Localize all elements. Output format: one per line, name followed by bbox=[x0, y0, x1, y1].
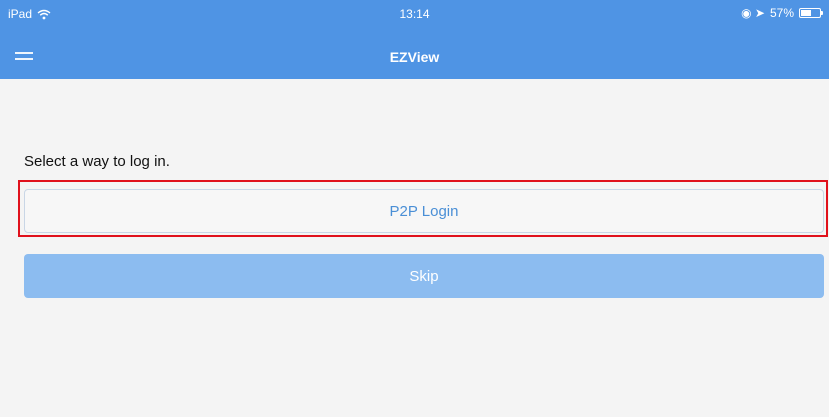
battery-fill bbox=[801, 10, 812, 16]
nav-bar: EZView bbox=[0, 36, 829, 79]
status-right: ◉ ➤ 57% bbox=[741, 6, 823, 20]
p2p-login-button[interactable]: P2P Login bbox=[24, 189, 824, 233]
nav-title: EZView bbox=[389, 49, 440, 65]
status-bar: iPad 13:14 ◉ ➤ 57% bbox=[0, 0, 829, 36]
battery-icon bbox=[799, 8, 823, 18]
skip-button[interactable]: Skip bbox=[24, 254, 824, 298]
location-icon: ◉ ➤ bbox=[741, 6, 765, 20]
login-prompt: Select a way to log in. bbox=[24, 153, 170, 170]
skip-label: Skip bbox=[409, 267, 439, 285]
top-bar: iPad 13:14 ◉ ➤ 57% EZView bbox=[0, 0, 829, 79]
p2p-login-label: P2P Login bbox=[389, 202, 459, 220]
status-time: 13:14 bbox=[399, 7, 430, 21]
battery-percent: 57% bbox=[769, 6, 794, 20]
